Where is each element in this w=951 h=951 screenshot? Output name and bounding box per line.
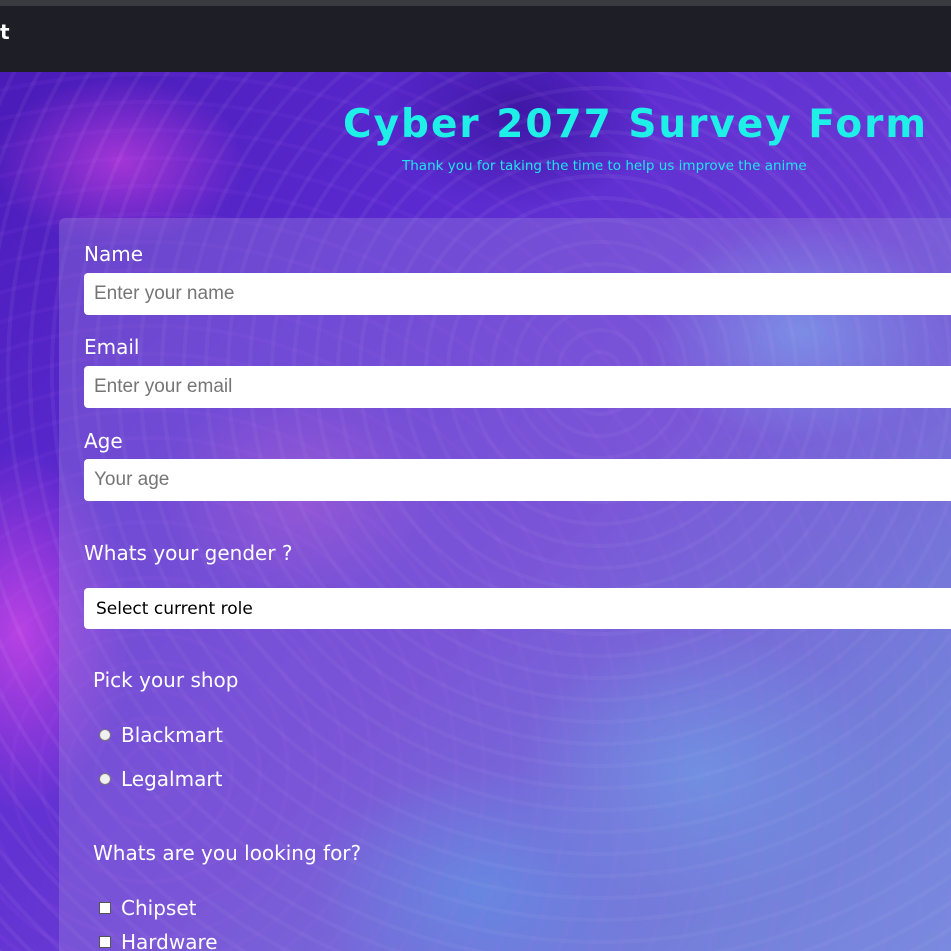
age-label: Age	[84, 429, 123, 453]
age-input[interactable]	[84, 459, 951, 501]
looking-for-question-label: Whats are you looking for?	[93, 841, 362, 865]
top-bar: t	[0, 6, 951, 72]
shop-option-label: Blackmart	[121, 723, 223, 747]
checkbox[interactable]	[99, 902, 111, 914]
browser-viewport: t Cyber 2077 Survey Form Thank you for t…	[0, 0, 951, 951]
checkbox[interactable]	[99, 936, 111, 948]
looking-for-option-label: Chipset	[121, 896, 197, 920]
name-label: Name	[84, 242, 144, 266]
name-input[interactable]	[84, 273, 951, 315]
radio-button[interactable]	[99, 729, 111, 741]
email-input[interactable]	[84, 366, 951, 408]
gender-select[interactable]: Select current role	[84, 588, 951, 629]
shop-option-label: Legalmart	[121, 767, 223, 791]
looking-for-option-hardware[interactable]: Hardware	[99, 930, 218, 951]
email-label: Email	[84, 335, 140, 359]
shop-option-blackmart[interactable]: Blackmart	[99, 723, 223, 747]
survey-page: Cyber 2077 Survey Form Thank you for tak…	[0, 72, 951, 951]
window-title-fragment: t	[0, 20, 10, 44]
looking-for-option-label: Hardware	[121, 930, 218, 951]
shop-option-legalmart[interactable]: Legalmart	[99, 767, 222, 791]
gender-select-value: Select current role	[96, 598, 253, 619]
page-title: Cyber 2077 Survey Form	[343, 102, 929, 147]
looking-for-option-chipset[interactable]: Chipset	[99, 896, 196, 920]
survey-form: Name Email Age Whats your gender ? Selec…	[59, 218, 951, 951]
gender-label: Whats your gender ?	[84, 541, 293, 565]
page-subtitle: Thank you for taking the time to help us…	[402, 158, 807, 174]
radio-button[interactable]	[99, 773, 111, 785]
shop-question-label: Pick your shop	[93, 668, 239, 692]
